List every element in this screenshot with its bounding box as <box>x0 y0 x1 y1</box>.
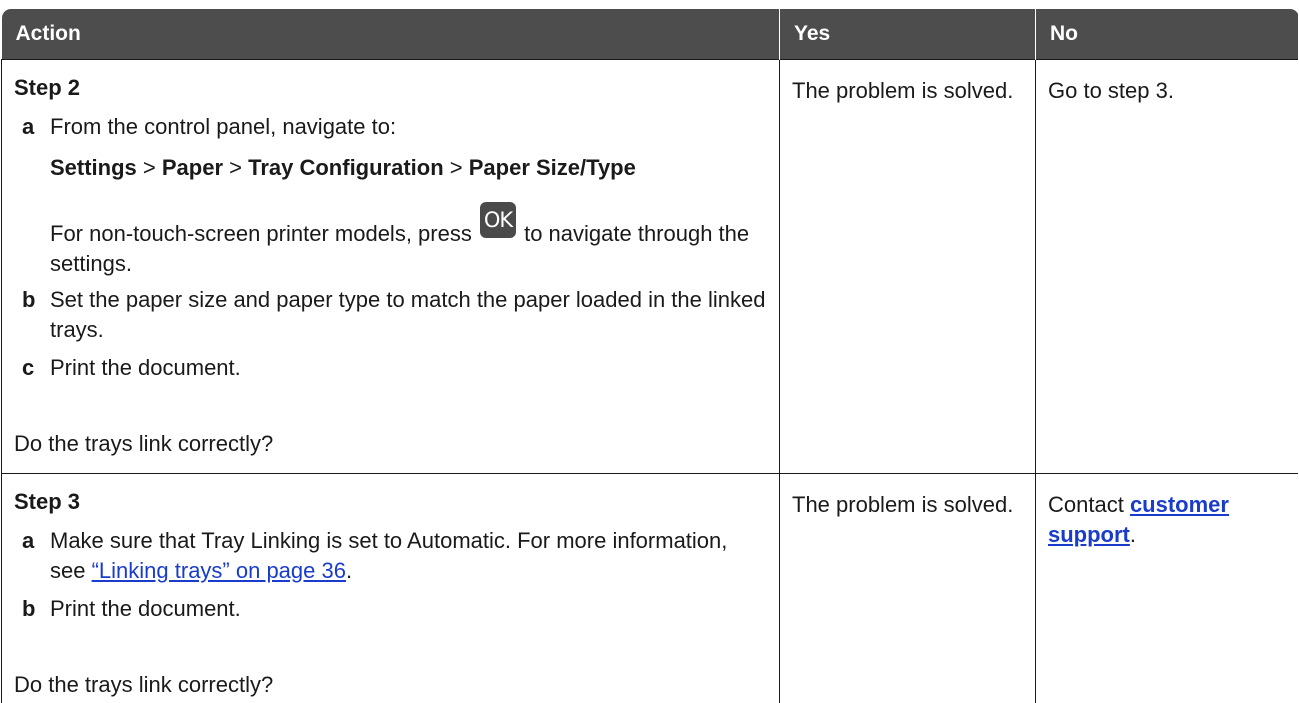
step-2-c-text: Print the document. <box>50 354 241 380</box>
path-tray-configuration: Tray Configuration <box>248 154 444 180</box>
step-3-letter-a: a <box>22 527 35 553</box>
step-2-item-b: b Set the paper size and paper type to m… <box>14 285 767 345</box>
step-2-action-cell: Step 2 a From the control panel, navigat… <box>1 58 780 474</box>
table-header-row: Action Yes No <box>1 9 1298 59</box>
column-header-action: Action <box>1 9 780 59</box>
troubleshooting-table: Action Yes No Step 2 a From the control … <box>1 9 1298 703</box>
column-header-no: No <box>1035 9 1298 59</box>
table-row-step-3: Step 3 a Make sure that Tray Linking is … <box>1 472 1298 703</box>
step-2-title: Step 2 <box>14 74 81 100</box>
step-3-question: Do the trays link correctly? <box>14 671 274 697</box>
step-2-yes-text: The problem is solved. <box>792 77 1014 103</box>
ok-button-note: For non-touch-screen printer models, pre… <box>50 201 767 279</box>
step-3-item-a-body: Make sure that Tray Linking is set to Au… <box>50 526 767 586</box>
step-3-no-text: Contact customer support. <box>1048 474 1286 550</box>
path-settings: Settings <box>50 154 137 180</box>
step-3-b-text: Print the document. <box>50 595 241 621</box>
step-3-action-cell: Step 3 a Make sure that Tray Linking is … <box>1 472 780 703</box>
step-2-item-a: a From the control panel, navigate to: S… <box>14 112 767 279</box>
step-2-letter-b: b <box>22 286 36 312</box>
step-2-b-text: Set the paper size and paper type to mat… <box>50 286 766 342</box>
step-2-letter-a: a <box>22 113 35 139</box>
linking-trays-link[interactable]: “Linking trays” on page 36 <box>92 558 346 583</box>
troubleshooting-page: Action Yes No Step 2 a From the control … <box>1 0 1298 703</box>
step-3-yes-text: The problem is solved. <box>792 491 1014 517</box>
column-header-yes: Yes <box>779 9 1036 59</box>
step-3-item-a: a Make sure that Tray Linking is set to … <box>14 526 767 586</box>
step-3-yes-cell: The problem is solved. <box>779 472 1036 703</box>
step-2-a-text: From the control panel, navigate to: <box>50 113 397 139</box>
table-row-step-2: Step 2 a From the control panel, navigat… <box>1 58 1298 474</box>
step-3-a-end: . <box>345 557 353 583</box>
path-separator: > <box>136 154 162 180</box>
step-2-item-a-body: From the control panel, navigate to: Set… <box>50 112 767 279</box>
contact-suffix: . <box>1129 521 1137 547</box>
contact-prefix: Contact <box>1048 491 1130 517</box>
step-2-no-text: Go to step 3. <box>1048 77 1174 103</box>
step-3-title: Step 3 <box>14 488 81 514</box>
ok-button-icon: OK <box>479 201 516 238</box>
path-paper-size-type: Paper Size/Type <box>468 154 636 180</box>
path-separator: > <box>223 154 249 180</box>
step-2-no-cell: Go to step 3. <box>1035 58 1298 474</box>
path-paper: Paper <box>161 154 224 180</box>
step-2-question: Do the trays link correctly? <box>14 430 274 456</box>
path-separator: > <box>443 154 469 180</box>
step-2-item-c: c Print the document. <box>14 353 767 383</box>
note-text-before: For non-touch-screen printer models, pre… <box>50 220 478 246</box>
step-3-letter-b: b <box>22 595 36 621</box>
settings-menu-path: Settings > Paper > Tray Configuration > … <box>50 153 767 183</box>
step-3-no-cell: Contact customer support. <box>1035 472 1298 703</box>
step-2-letter-c: c <box>22 354 35 380</box>
step-2-yes-cell: The problem is solved. <box>779 58 1036 474</box>
step-3-item-b: b Print the document. <box>14 594 767 624</box>
